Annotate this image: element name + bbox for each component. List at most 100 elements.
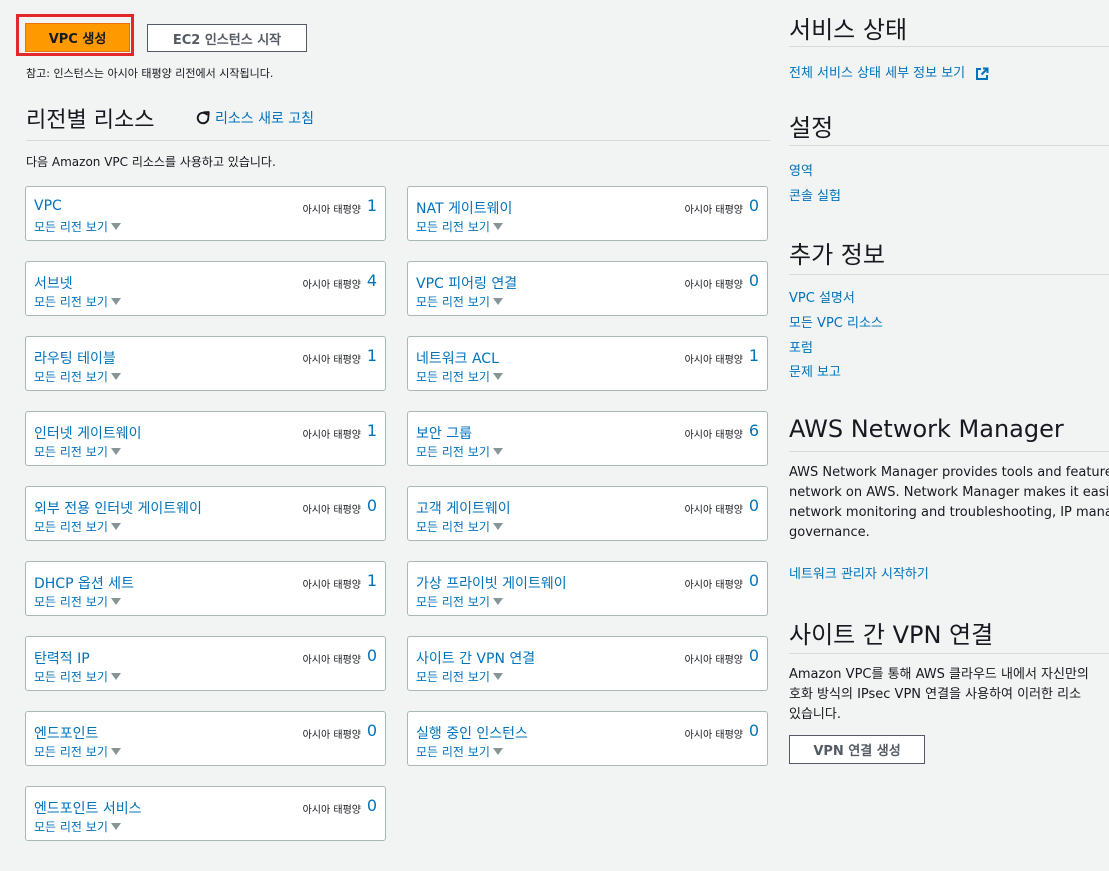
- resource-name-link[interactable]: DHCP 옵션 세트: [34, 573, 134, 593]
- view-all-regions-link[interactable]: 모든 리전 보기: [416, 368, 503, 385]
- resource-count-link[interactable]: 1: [367, 571, 377, 590]
- resource-count-link[interactable]: 0: [749, 646, 759, 665]
- resource-name-link[interactable]: 인터넷 게이트웨이: [34, 423, 142, 443]
- view-all-label: 모든 리전 보기: [34, 370, 108, 384]
- network-manager-title: AWS Network Manager: [789, 415, 1064, 443]
- resource-count-link[interactable]: 0: [749, 721, 759, 740]
- caret-down-icon: [492, 448, 503, 455]
- view-all-regions-link[interactable]: 모든 리전 보기: [416, 443, 503, 460]
- resource-card: 가상 프라이빗 게이트웨이 아시아 태평양 0 모든 리전 보기: [407, 561, 768, 616]
- zones-link[interactable]: 영역: [789, 160, 813, 179]
- view-all-regions-link[interactable]: 모든 리전 보기: [34, 368, 121, 385]
- view-all-regions-link[interactable]: 모든 리전 보기: [34, 593, 121, 610]
- resource-count-link[interactable]: 0: [367, 796, 377, 815]
- resource-count-link[interactable]: 0: [367, 646, 377, 665]
- view-all-regions-link[interactable]: 모든 리전 보기: [34, 818, 121, 835]
- resource-card: 사이트 간 VPN 연결 아시아 태평양 0 모든 리전 보기: [407, 636, 768, 691]
- resource-card: 라우팅 테이블 아시아 태평양 1 모든 리전 보기: [25, 336, 386, 391]
- resource-name-link[interactable]: 탄력적 IP: [34, 648, 90, 668]
- resource-count-link[interactable]: 0: [749, 271, 759, 290]
- region-label: 아시아 태평양: [302, 280, 361, 291]
- resource-count-link[interactable]: 4: [367, 271, 377, 290]
- view-all-regions-link[interactable]: 모든 리전 보기: [416, 593, 503, 610]
- resource-name-link[interactable]: 보안 그룹: [416, 423, 472, 443]
- resource-card: VPC 피어링 연결 아시아 태평양 0 모든 리전 보기: [407, 261, 768, 316]
- view-all-regions-link[interactable]: 모든 리전 보기: [34, 668, 121, 685]
- view-all-regions-link[interactable]: 모든 리전 보기: [34, 293, 121, 310]
- resource-count-link[interactable]: 0: [367, 496, 377, 515]
- divider: [789, 274, 1109, 275]
- region-label: 아시아 태평양: [684, 730, 743, 741]
- view-all-label: 모든 리전 보기: [34, 670, 108, 684]
- service-health-link[interactable]: 전체 서비스 상태 세부 정보 보기: [789, 62, 989, 81]
- resource-count-link[interactable]: 0: [749, 496, 759, 515]
- view-all-regions-link[interactable]: 모든 리전 보기: [416, 293, 503, 310]
- resource-card: 엔드포인트 아시아 태평양 0 모든 리전 보기: [25, 711, 386, 766]
- launch-ec2-button[interactable]: EC2 인스턴스 시작: [147, 24, 307, 52]
- console-experiments-link[interactable]: 콘솔 실험: [789, 185, 841, 204]
- resource-name-link[interactable]: 서브넷: [34, 273, 73, 293]
- caret-down-icon: [492, 748, 503, 755]
- all-vpc-resources-link[interactable]: 모든 VPC 리소스: [789, 312, 883, 331]
- view-all-regions-link[interactable]: 모든 리전 보기: [416, 518, 503, 535]
- resource-name-link[interactable]: 엔드포인트: [34, 723, 98, 743]
- resource-name-link[interactable]: VPC: [34, 198, 62, 214]
- resource-card: 엔드포인트 서비스 아시아 태평양 0 모든 리전 보기: [25, 786, 386, 841]
- region-label: 아시아 태평양: [302, 655, 361, 666]
- service-health-label: 전체 서비스 상태 세부 정보 보기: [789, 66, 966, 81]
- caret-down-icon: [110, 748, 121, 755]
- resource-name-link[interactable]: 사이트 간 VPN 연결: [416, 648, 535, 668]
- view-all-label: 모든 리전 보기: [34, 745, 108, 759]
- resource-count-link[interactable]: 1: [367, 346, 377, 365]
- network-manager-line: network on AWS. Network Manager makes it…: [789, 485, 1109, 500]
- resource-card: 네트워크 ACL 아시아 태평양 1 모든 리전 보기: [407, 336, 768, 391]
- resource-count-link[interactable]: 0: [367, 721, 377, 740]
- view-all-label: 모든 리전 보기: [34, 595, 108, 609]
- resource-name-link[interactable]: VPC 피어링 연결: [416, 273, 517, 293]
- create-vpn-connection-button[interactable]: VPN 연결 생성: [789, 735, 925, 764]
- view-all-regions-link[interactable]: 모든 리전 보기: [34, 443, 121, 460]
- resources-intro: 다음 Amazon VPC 리소스를 사용하고 있습니다.: [26, 155, 276, 169]
- refresh-resources-link[interactable]: 리소스 새로 고침: [194, 108, 314, 128]
- resource-count-link[interactable]: 6: [749, 421, 759, 440]
- settings-title: 설정: [789, 114, 834, 142]
- resource-name-link[interactable]: 가상 프라이빗 게이트웨이: [416, 573, 567, 593]
- caret-down-icon: [110, 373, 121, 380]
- resource-name-link[interactable]: 라우팅 테이블: [34, 348, 116, 368]
- resource-name-link[interactable]: 외부 전용 인터넷 게이트웨이: [34, 498, 202, 518]
- external-link-icon: [976, 67, 989, 80]
- resource-count-link[interactable]: 0: [749, 196, 759, 215]
- resource-name-link[interactable]: 엔드포인트 서비스: [34, 798, 142, 818]
- view-all-regions-link[interactable]: 모든 리전 보기: [34, 518, 121, 535]
- caret-down-icon: [492, 523, 503, 530]
- region-label: 아시아 태평양: [684, 430, 743, 441]
- view-all-label: 모든 리전 보기: [416, 370, 490, 384]
- view-all-label: 모든 리전 보기: [34, 295, 108, 309]
- view-all-regions-link[interactable]: 모든 리전 보기: [416, 668, 503, 685]
- resource-name-link[interactable]: 고객 게이트웨이: [416, 498, 511, 518]
- view-all-regions-link[interactable]: 모든 리전 보기: [416, 218, 503, 235]
- vpc-docs-link[interactable]: VPC 설명서: [789, 287, 855, 306]
- view-all-regions-link[interactable]: 모든 리전 보기: [416, 743, 503, 760]
- resource-name-link[interactable]: NAT 게이트웨이: [416, 198, 512, 218]
- view-all-label: 모든 리전 보기: [34, 820, 108, 834]
- site-vpn-title: 사이트 간 VPN 연결: [789, 621, 994, 649]
- resource-count-link[interactable]: 1: [367, 421, 377, 440]
- forum-link[interactable]: 포럼: [789, 337, 813, 356]
- report-issue-link[interactable]: 문제 보고: [789, 361, 841, 380]
- resource-count-link[interactable]: 1: [749, 346, 759, 365]
- section-divider: [26, 140, 770, 141]
- region-label: 아시아 태평양: [684, 355, 743, 366]
- view-all-regions-link[interactable]: 모든 리전 보기: [34, 743, 121, 760]
- resource-count-link[interactable]: 0: [749, 571, 759, 590]
- resource-name-link[interactable]: 실행 중인 인스턴스: [416, 723, 528, 743]
- resource-count-link[interactable]: 1: [367, 196, 377, 215]
- start-network-manager-link[interactable]: 네트워크 관리자 시작하기: [789, 563, 929, 582]
- view-all-label: 모든 리전 보기: [416, 445, 490, 459]
- divider: [789, 451, 1109, 452]
- create-vpc-button[interactable]: VPC 생성: [25, 23, 130, 52]
- resource-card: 보안 그룹 아시아 태평양 6 모든 리전 보기: [407, 411, 768, 466]
- view-all-regions-link[interactable]: 모든 리전 보기: [34, 218, 121, 235]
- resource-name-link[interactable]: 네트워크 ACL: [416, 348, 499, 368]
- region-label: 아시아 태평양: [302, 430, 361, 441]
